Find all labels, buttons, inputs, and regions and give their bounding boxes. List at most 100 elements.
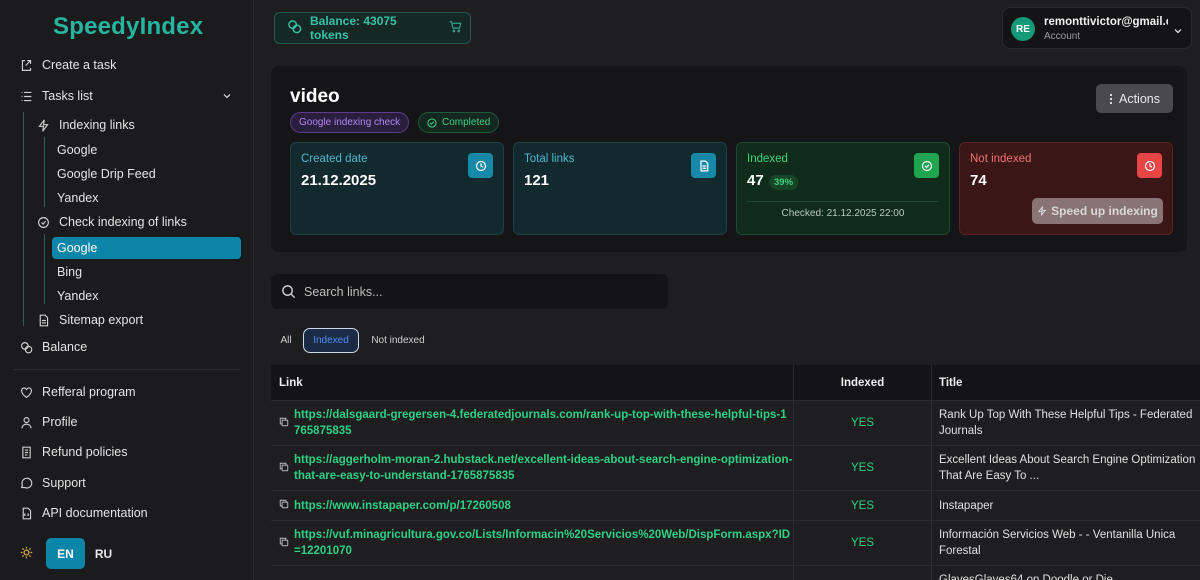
sub-item-google-indexing[interactable]: Google: [57, 143, 97, 157]
copy-icon[interactable]: [279, 537, 289, 550]
nav-profile[interactable]: Profile: [18, 414, 77, 430]
task-type-tag: Google indexing check: [290, 112, 410, 133]
indexed-status: YES: [793, 401, 931, 445]
column-header-indexed[interactable]: Indexed: [793, 365, 931, 400]
chevron-down-icon: [1173, 23, 1183, 41]
link-url[interactable]: https://vuf.minagricultura.gov.co/Lists/…: [294, 527, 793, 559]
sub-item-google-drip-feed[interactable]: Google Drip Feed: [57, 167, 156, 181]
nav-indexing-links-label: Indexing links: [59, 118, 135, 132]
link-cell: https://dalsgaard-gregersen-4.federatedj…: [271, 401, 793, 445]
total-links-value: 121: [524, 172, 550, 189]
indexed-status: YES: [793, 446, 931, 490]
nav-refund[interactable]: Refund policies: [18, 444, 127, 460]
nav-check-indexing-label: Check indexing of links: [59, 215, 187, 229]
column-header-title[interactable]: Title: [931, 365, 1200, 400]
not-indexed-label: Not indexed: [970, 153, 1032, 165]
link-url[interactable]: https://www.instapaper.com/p/17260508: [294, 498, 511, 514]
lang-en-button[interactable]: EN: [46, 538, 85, 569]
tree-line: [44, 137, 45, 207]
filter-indexed[interactable]: Indexed: [303, 328, 359, 353]
nav-balance-label: Balance: [42, 340, 88, 354]
total-links-card: Total links 121: [513, 142, 727, 235]
task-status-tag: Completed: [418, 112, 500, 133]
page-title-cell: Rank Up Top With These Helpful Tips - Fe…: [931, 401, 1200, 445]
check-circle-icon: [35, 214, 51, 230]
not-indexed-card: Not indexed 74 Speed up indexing: [959, 142, 1173, 235]
user-icon: [18, 414, 34, 430]
coins-icon: [18, 339, 34, 355]
bolt-icon: [1037, 206, 1047, 216]
table-row: https://vuf.minagricultura.gov.co/Lists/…: [271, 521, 1200, 566]
link-url[interactable]: https://aggerholm-moran-2.hubstack.net/e…: [294, 452, 793, 484]
nav-tasks-list-label: Tasks list: [42, 89, 93, 103]
nav-check-indexing[interactable]: Check indexing of links: [35, 214, 187, 230]
created-date-card: Created date 21.12.2025: [290, 142, 504, 235]
indexed-status: YES: [793, 521, 931, 565]
nav-support[interactable]: Support: [18, 475, 86, 491]
column-header-link[interactable]: Link: [271, 365, 793, 400]
link-url[interactable]: https://dalsgaard-gregersen-4.federatedj…: [294, 407, 793, 439]
nav-referral-label: Refferal program: [42, 385, 136, 399]
page-title-cell: Excellent Ideas About Search Engine Opti…: [931, 446, 1200, 490]
bolt-icon: [35, 117, 51, 133]
indexed-card: Indexed 47 39% Checked: 21.12.2025 22:00: [736, 142, 950, 235]
checked-timestamp: Checked: 21.12.2025 22:00: [747, 201, 939, 219]
app-logo[interactable]: SpeedyIndex: [53, 13, 203, 41]
copy-icon[interactable]: [279, 417, 289, 430]
chevron-down-icon[interactable]: [222, 90, 232, 104]
sun-icon[interactable]: [20, 546, 33, 564]
page-title-cell: Instapaper: [931, 491, 1200, 520]
nav-create-task-label: Create a task: [42, 58, 117, 72]
nav-indexing-links[interactable]: Indexing links: [35, 117, 135, 133]
created-date-label: Created date: [301, 153, 368, 165]
tree-line: [44, 234, 45, 304]
nav-support-label: Support: [42, 476, 86, 490]
balance-pill[interactable]: Balance: 43075 tokens: [274, 12, 471, 44]
nav-create-task[interactable]: Create a task: [18, 57, 116, 73]
sub-item-yandex-check[interactable]: Yandex: [57, 289, 98, 303]
sub-item-yandex-indexing[interactable]: Yandex: [57, 191, 98, 205]
table-header: Link Indexed Title: [271, 365, 1200, 401]
nav-sitemap-export[interactable]: Sitemap export: [35, 312, 143, 328]
clock-icon: [468, 153, 493, 178]
coins-icon: [287, 19, 310, 37]
list-icon: [18, 88, 34, 104]
speed-up-indexing-button[interactable]: Speed up indexing: [1032, 198, 1163, 224]
sub-item-bing-check[interactable]: Bing: [57, 265, 82, 279]
account-menu[interactable]: RE remonttivictor@gmail.com Account: [1002, 7, 1192, 49]
link-cell: https://vuf.minagricultura.gov.co/Lists/…: [271, 521, 793, 565]
file-icon: [35, 312, 51, 328]
page-title-cell: Información Servicios Web - - Ventanilla…: [931, 521, 1200, 565]
lang-ru-button[interactable]: RU: [88, 538, 119, 569]
link-cell: https://aggerholm-moran-2.hubstack.net/e…: [271, 446, 793, 490]
total-links-label: Total links: [524, 153, 575, 165]
not-indexed-value: 74: [970, 172, 987, 189]
search-input[interactable]: [304, 284, 644, 299]
nav-referral[interactable]: Refferal program: [18, 384, 136, 400]
indexed-percent-badge: 39%: [769, 175, 799, 190]
api-doc-icon: [18, 505, 34, 521]
table-row: GlavesGlaves64 on Doodle or Die: [271, 566, 1200, 580]
sub-item-google-check[interactable]: Google: [57, 241, 97, 255]
actions-button[interactable]: Actions: [1096, 84, 1173, 113]
task-title: video: [290, 86, 340, 107]
speed-up-label: Speed up indexing: [1051, 204, 1158, 218]
copy-icon[interactable]: [279, 499, 289, 512]
cart-icon[interactable]: [449, 20, 470, 36]
account-label: Account: [1044, 31, 1081, 42]
create-task-icon: [18, 57, 34, 73]
nav-balance[interactable]: Balance: [18, 339, 87, 355]
filter-not-indexed[interactable]: Not indexed: [368, 328, 428, 353]
table-row: https://www.instapaper.com/p/17260508 YE…: [271, 491, 1200, 521]
sidebar: SpeedyIndex Create a task Tasks list Ind…: [0, 0, 254, 580]
nav-refund-label: Refund policies: [42, 445, 128, 459]
search-box: [271, 274, 668, 309]
search-icon: [281, 284, 296, 299]
nav-tasks-list[interactable]: Tasks list: [18, 88, 236, 104]
filter-all[interactable]: All: [277, 328, 295, 353]
copy-icon[interactable]: [279, 462, 289, 475]
nav-api-docs[interactable]: API documentation: [18, 505, 148, 521]
indexed-value: 47: [747, 172, 764, 189]
clock-icon: [1137, 153, 1162, 178]
link-cell: https://www.instapaper.com/p/17260508: [271, 491, 793, 520]
